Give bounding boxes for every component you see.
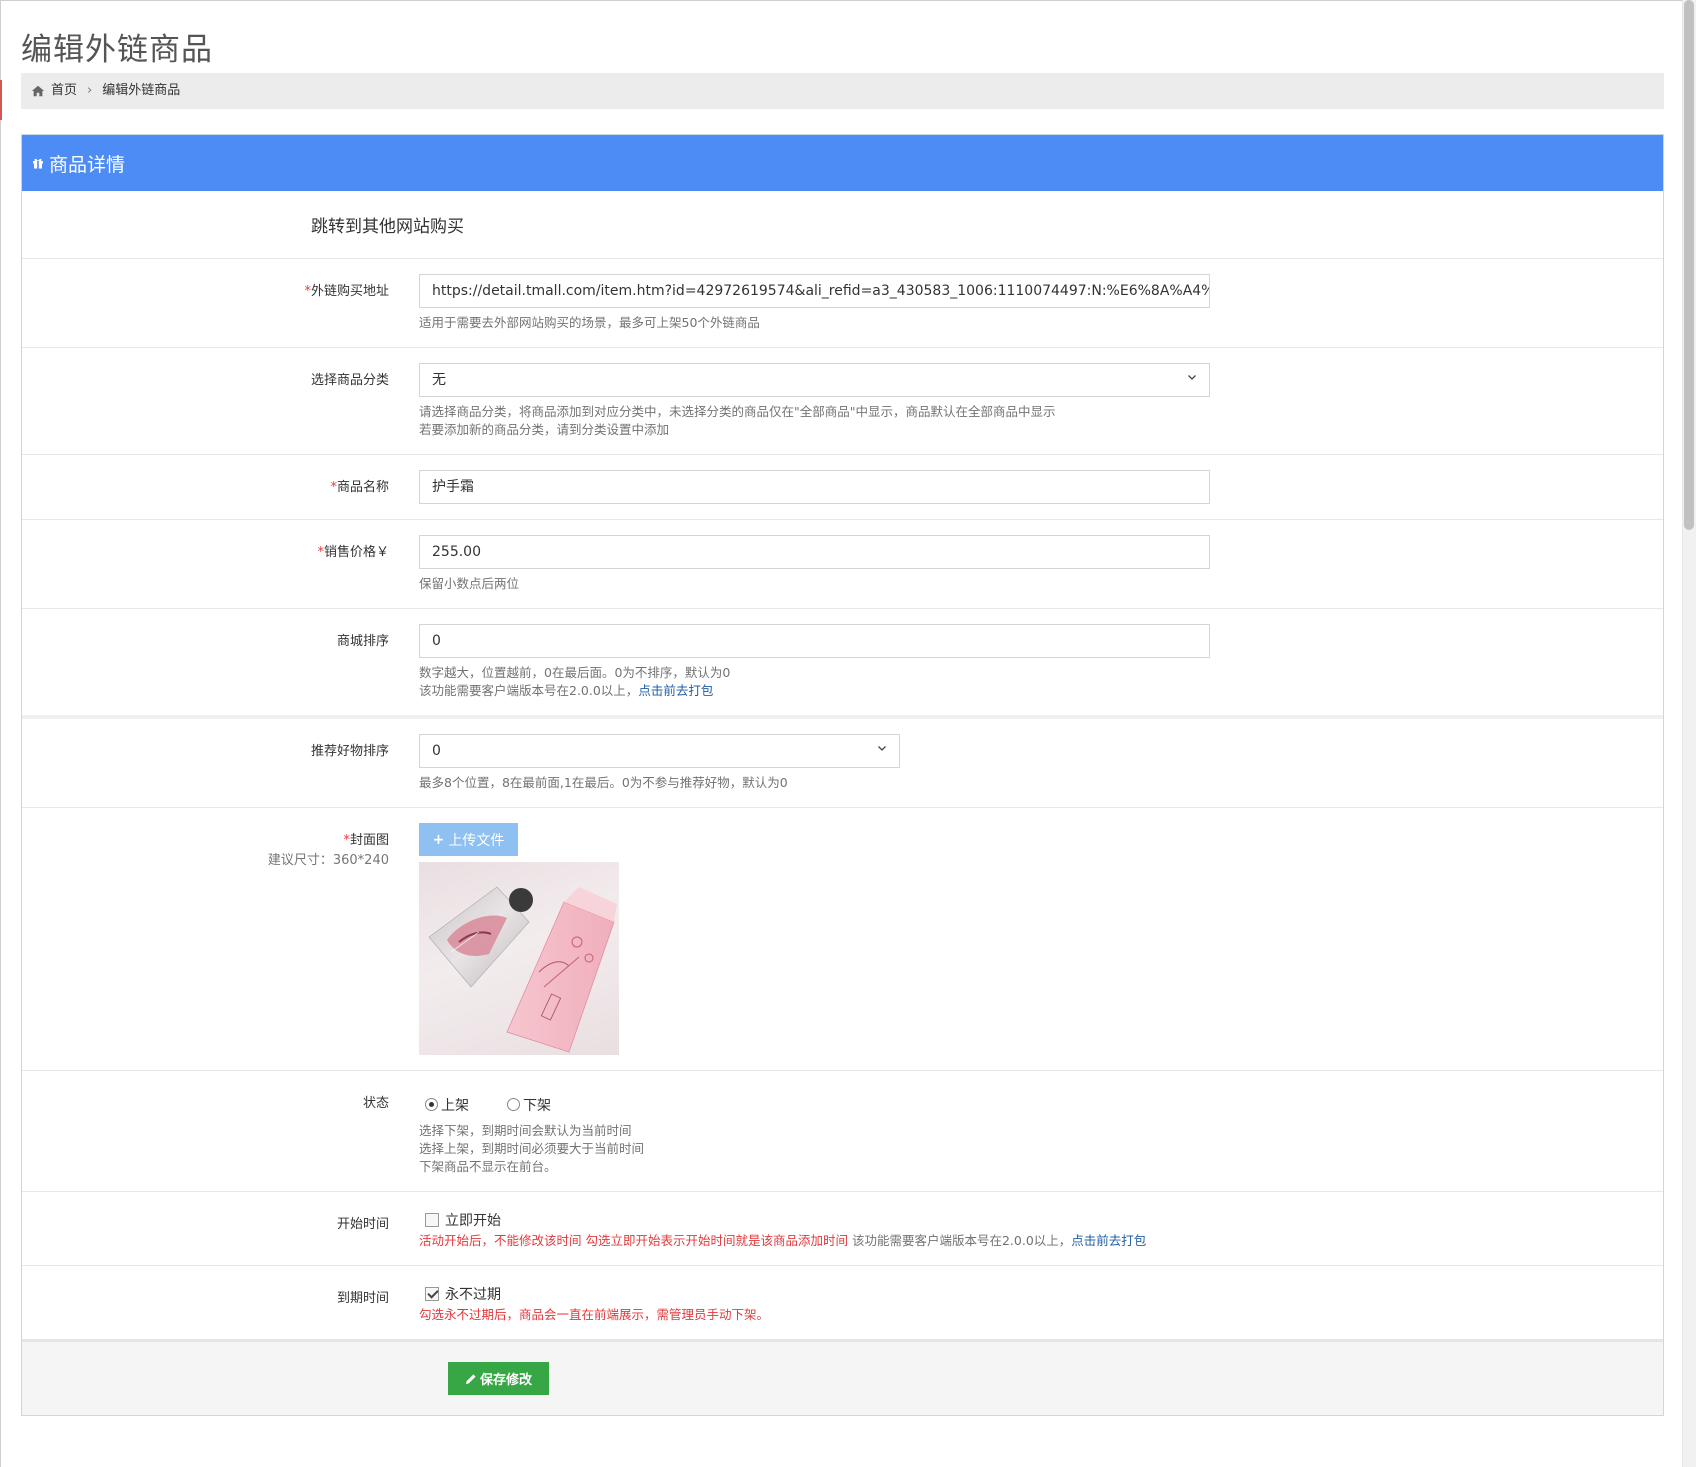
cover-image-preview[interactable] <box>419 862 619 1055</box>
product-detail-panel: 商品详情 跳转到其他网站购买 *外链购买地址 https://detail.tm… <box>21 134 1664 1416</box>
scrollbar-thumb[interactable] <box>1684 0 1694 530</box>
panel-heading-title: 商品详情 <box>49 153 126 176</box>
status-off-label: 下架 <box>523 1097 551 1114</box>
breadcrumb: 首页 › 编辑外链商品 <box>21 73 1664 109</box>
recommend-help: 最多8个位置，8在最前面,1在最后。0为不参与推荐好物，默认为0 <box>419 775 788 790</box>
sort-help-line-2: 该功能需要客户端版本号在2.0.0以上，点击前去打包 <box>419 682 1219 700</box>
panel-heading: 商品详情 <box>22 135 1663 191</box>
vertical-scrollbar[interactable] <box>1682 0 1696 1467</box>
home-icon <box>31 85 45 97</box>
expire-help: 勾选永不过期后，商品会一直在前端展示，需管理员手动下架。 <box>419 1306 1219 1324</box>
category-select[interactable]: 无 <box>419 363 1210 397</box>
status-help-line-2: 选择上架，到期时间必须要大于当前时间 <box>419 1141 645 1156</box>
category-select-value: 无 <box>432 372 446 388</box>
plus-icon: + <box>432 831 445 848</box>
never-expire-checkbox[interactable]: 永不过期 <box>419 1282 1219 1304</box>
cover-label-text: 封面图 <box>349 833 389 848</box>
breadcrumb-home-link[interactable]: 首页 <box>51 73 77 109</box>
sort-help: 数字越大，位置越前，0在最后面。0为不排序，默认为0 该功能需要客户端版本号在2… <box>419 664 1219 700</box>
price-label: *销售价格￥ <box>22 535 419 593</box>
recommend-select-value: 0 <box>432 743 441 759</box>
price-help: 保留小数点后两位 <box>419 576 520 591</box>
category-help: 请选择商品分类，将商品添加到对应分类中，未选择分类的商品仅在"全部商品"中显示，… <box>419 403 1219 439</box>
status-help: 选择下架，到期时间会默认为当前时间 选择上架，到期时间必须要大于当前时间 下架商… <box>419 1122 1219 1176</box>
never-expire-label: 永不过期 <box>445 1287 501 1303</box>
sort-input[interactable]: 0 <box>419 624 1210 658</box>
left-accent-mark <box>0 80 2 120</box>
expire-time-label: 到期时间 <box>336 1291 389 1306</box>
url-label: *外链购买地址 <box>22 274 419 332</box>
name-label: *商品名称 <box>22 470 419 504</box>
gift-icon <box>33 158 43 169</box>
url-help: 适用于需要去外部网站购买的场景，最多可上架50个外链商品 <box>419 315 760 330</box>
expire-warning: 勾选永不过期后，商品会一直在前端展示，需管理员手动下架。 <box>419 1307 770 1322</box>
product-name-input[interactable]: 护手霜 <box>419 470 1210 504</box>
name-label-text: 商品名称 <box>336 480 389 495</box>
form-row-sort: 商城排序 0 数字越大，位置越前，0在最后面。0为不排序，默认为0 该功能需要客… <box>22 609 1663 719</box>
sort-label: 商城排序 <box>336 634 389 649</box>
price-input[interactable]: 255.00 <box>419 535 1210 569</box>
save-button[interactable]: 保存修改 <box>448 1362 549 1395</box>
save-button-label: 保存修改 <box>479 1373 532 1388</box>
form-row-cover: *封面图 建议尺寸：360*240 + 上传文件 <box>22 808 1663 1071</box>
external-url-input[interactable]: https://detail.tmall.com/item.htm?id=429… <box>419 274 1210 308</box>
start-now-checkbox[interactable]: 立即开始 <box>419 1208 1319 1230</box>
start-time-label: 开始时间 <box>336 1217 389 1232</box>
upload-file-button[interactable]: + 上传文件 <box>419 823 518 856</box>
start-now-label: 立即开始 <box>445 1213 501 1229</box>
cover-label: *封面图 建议尺寸：360*240 <box>22 823 419 1055</box>
form-row-start-time: 开始时间 立即开始 活动开始后，不能修改该时间 勾选立即开始表示开始时间就是该商… <box>22 1192 1663 1266</box>
cover-size-hint: 建议尺寸：360*240 <box>267 853 389 868</box>
checkbox-icon <box>425 1213 439 1227</box>
status-radio-group: 上架 下架 <box>419 1086 1219 1114</box>
radio-unselected-icon <box>507 1098 520 1111</box>
sort-help-line-1: 数字越大，位置越前，0在最后面。0为不排序，默认为0 <box>419 665 731 680</box>
form-row-category: 选择商品分类 无 请选择商品分类，将商品添加到对应分类中，未选择分类的商品仅在"… <box>22 348 1663 455</box>
category-help-line-1: 请选择商品分类，将商品添加到对应分类中，未选择分类的商品仅在"全部商品"中显示，… <box>419 404 1056 419</box>
recommend-label: 推荐好物排序 <box>310 744 389 759</box>
status-help-line-1: 选择下架，到期时间会默认为当前时间 <box>419 1123 632 1138</box>
upload-file-label: 上传文件 <box>448 832 505 849</box>
pack-link[interactable]: 点击前去打包 <box>1071 1233 1146 1248</box>
page-content: 编辑外链商品 首页 › 编辑外链商品 商品详情 跳转到其他网站购买 *外链购买地… <box>21 0 1664 1416</box>
breadcrumb-current: 编辑外链商品 <box>102 83 181 98</box>
status-off-radio[interactable]: 下架 <box>507 1095 551 1115</box>
breadcrumb-separator: › <box>87 83 93 98</box>
form-footer: 保存修改 <box>22 1339 1663 1415</box>
form-row-price: *销售价格￥ 255.00 保留小数点后两位 <box>22 520 1663 609</box>
pack-link[interactable]: 点击前去打包 <box>638 683 713 698</box>
checkbox-checked-icon <box>425 1287 439 1301</box>
form-row-name: *商品名称 护手霜 <box>22 455 1663 520</box>
recommend-select[interactable]: 0 <box>419 734 900 768</box>
chevron-down-icon <box>878 746 886 751</box>
form-row-recommend: 推荐好物排序 0 最多8个位置，8在最前面,1在最后。0为不参与推荐好物，默认为… <box>22 719 1663 808</box>
page-title: 编辑外链商品 <box>21 32 213 68</box>
pencil-icon <box>465 1373 476 1384</box>
url-label-text: 外链购买地址 <box>310 284 389 299</box>
chevron-down-icon <box>1188 375 1196 380</box>
form-row-url: *外链购买地址 https://detail.tmall.com/item.ht… <box>22 259 1663 348</box>
start-time-note: 该功能需要客户端版本号在2.0.0以上， <box>851 1233 1072 1248</box>
start-time-help: 活动开始后，不能修改该时间 勾选立即开始表示开始时间就是该商品添加时间 该功能需… <box>419 1232 1319 1250</box>
form-row-expire-time: 到期时间 永不过期 勾选永不过期后，商品会一直在前端展示，需管理员手动下架。 <box>22 1266 1663 1339</box>
price-label-text: 销售价格￥ <box>323 545 389 560</box>
start-time-warning: 活动开始后，不能修改该时间 勾选立即开始表示开始时间就是该商品添加时间 <box>419 1233 848 1248</box>
section-title: 跳转到其他网站购买 <box>22 191 1663 259</box>
sort-help-note: 该功能需要客户端版本号在2.0.0以上， <box>419 683 639 698</box>
window-left-border <box>0 0 1 1467</box>
form-row-status: 状态 上架 下架 选择下架，到期时间会默认为当前时间 选择上架，到期时间必须要大… <box>22 1071 1663 1192</box>
hand-cream-photo <box>428 886 617 1053</box>
status-on-radio[interactable]: 上架 <box>425 1095 469 1115</box>
status-on-label: 上架 <box>441 1097 469 1114</box>
category-label: 选择商品分类 <box>310 373 389 388</box>
category-help-line-2: 若要添加新的商品分类，请到分类设置中添加 <box>419 422 670 437</box>
radio-selected-icon <box>425 1098 438 1111</box>
status-label: 状态 <box>362 1096 389 1111</box>
status-help-line-3: 下架商品不显示在前台。 <box>419 1159 557 1174</box>
